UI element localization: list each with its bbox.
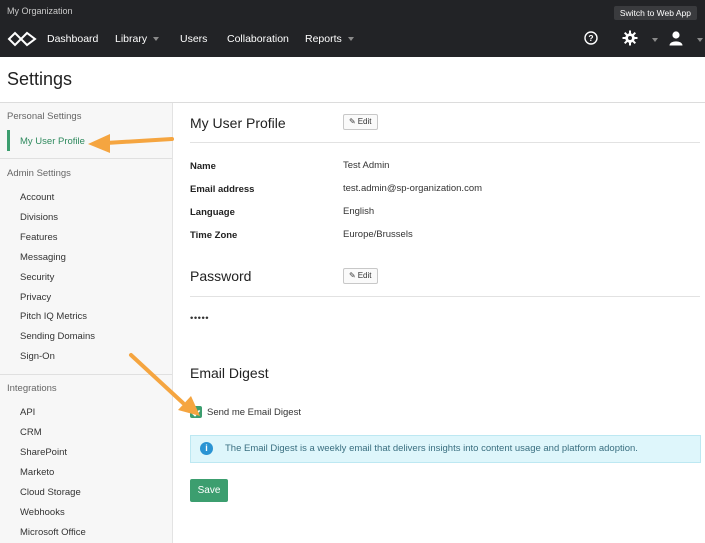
sidebar-item-sending-domains[interactable]: Sending Domains (20, 331, 95, 342)
field-label-email: Email address (190, 184, 255, 195)
email-digest-checkbox[interactable] (190, 406, 202, 418)
nav-users[interactable]: Users (180, 33, 207, 45)
sidebar-item-webhooks[interactable]: Webhooks (20, 507, 65, 518)
sidebar-item-privacy[interactable]: Privacy (20, 292, 51, 303)
active-indicator (7, 130, 10, 151)
divider (190, 296, 700, 297)
edit-password-button[interactable]: ✎ Edit (343, 268, 378, 284)
edit-label: Edit (357, 271, 372, 280)
sidebar-item-messaging[interactable]: Messaging (20, 252, 66, 263)
field-label-name: Name (190, 161, 216, 172)
edit-profile-button[interactable]: ✎ Edit (343, 114, 378, 130)
info-icon: i (200, 442, 213, 455)
nav-library[interactable]: Library (115, 33, 160, 45)
section-heading-email-digest: Email Digest (190, 365, 269, 381)
section-heading-user-profile: My User Profile (190, 115, 286, 131)
top-navigation-bar: My Organization Switch to Web App Dashbo… (0, 0, 705, 57)
switch-to-web-app-button[interactable]: Switch to Web App (613, 6, 697, 20)
sidebar-item-crm[interactable]: CRM (20, 427, 42, 438)
sidebar-item-microsoft-office[interactable]: Microsoft Office (20, 527, 86, 538)
save-button[interactable]: Save (190, 479, 228, 502)
sidebar-item-marketo[interactable]: Marketo (20, 467, 54, 478)
chevron-down-icon[interactable] (652, 38, 658, 42)
field-value-email: test.admin@sp-organization.com (343, 183, 483, 194)
nav-library-label: Library (115, 33, 148, 45)
sidebar-heading-admin: Admin Settings (7, 168, 71, 179)
nav-dashboard[interactable]: Dashboard (47, 33, 98, 45)
info-alert: i The Email Digest is a weekly email tha… (190, 435, 701, 463)
sidebar-item-divisions[interactable]: Divisions (20, 212, 58, 223)
chevron-down-icon (347, 37, 354, 42)
sidebar-item-api[interactable]: API (20, 407, 35, 418)
sidebar-item-sharepoint[interactable]: SharePoint (20, 447, 67, 458)
divider (0, 158, 172, 159)
user-avatar-icon[interactable] (668, 30, 684, 46)
nav-collaboration[interactable]: Collaboration (227, 33, 289, 45)
help-icon[interactable]: ? (584, 31, 598, 45)
sidebar-item-my-user-profile[interactable]: My User Profile (20, 136, 85, 147)
chevron-down-icon (153, 37, 160, 42)
divider (190, 142, 700, 143)
sidebar-item-pitch-iq-metrics[interactable]: Pitch IQ Metrics (20, 311, 87, 322)
field-label-language: Language (190, 207, 235, 218)
chevron-down-icon[interactable] (697, 38, 703, 42)
info-alert-text: The Email Digest is a weekly email that … (225, 443, 638, 454)
divider (0, 374, 172, 375)
sidebar-item-sign-on[interactable]: Sign-On (20, 351, 55, 362)
svg-text:?: ? (588, 33, 593, 43)
password-masked-value: ••••• (190, 313, 210, 324)
sidebar-item-features[interactable]: Features (20, 232, 58, 243)
sidebar-item-account[interactable]: Account (20, 192, 54, 203)
pencil-icon: ✎ (349, 117, 356, 126)
field-value-time-zone: Europe/Brussels (343, 229, 413, 240)
gear-icon[interactable] (622, 30, 638, 46)
field-label-time-zone: Time Zone (190, 230, 238, 241)
field-value-language: English (343, 206, 375, 217)
nav-reports[interactable]: Reports (305, 33, 354, 45)
organization-name: My Organization (7, 6, 73, 16)
page-title: Settings (7, 69, 73, 89)
pencil-icon: ✎ (349, 271, 356, 280)
sidebar-item-cloud-storage[interactable]: Cloud Storage (20, 487, 81, 498)
nav-reports-label: Reports (305, 33, 342, 45)
sidebar-heading-integrations: Integrations (7, 383, 57, 394)
sidebar-item-security[interactable]: Security (20, 272, 54, 283)
email-digest-checkbox-label[interactable]: Send me Email Digest (207, 407, 301, 418)
app-logo-icon[interactable] (7, 31, 37, 47)
section-heading-password: Password (190, 268, 252, 284)
checkmark-icon (191, 409, 201, 417)
edit-label: Edit (357, 117, 372, 126)
field-value-name: Test Admin (343, 160, 390, 171)
sidebar-heading-personal: Personal Settings (7, 111, 82, 122)
